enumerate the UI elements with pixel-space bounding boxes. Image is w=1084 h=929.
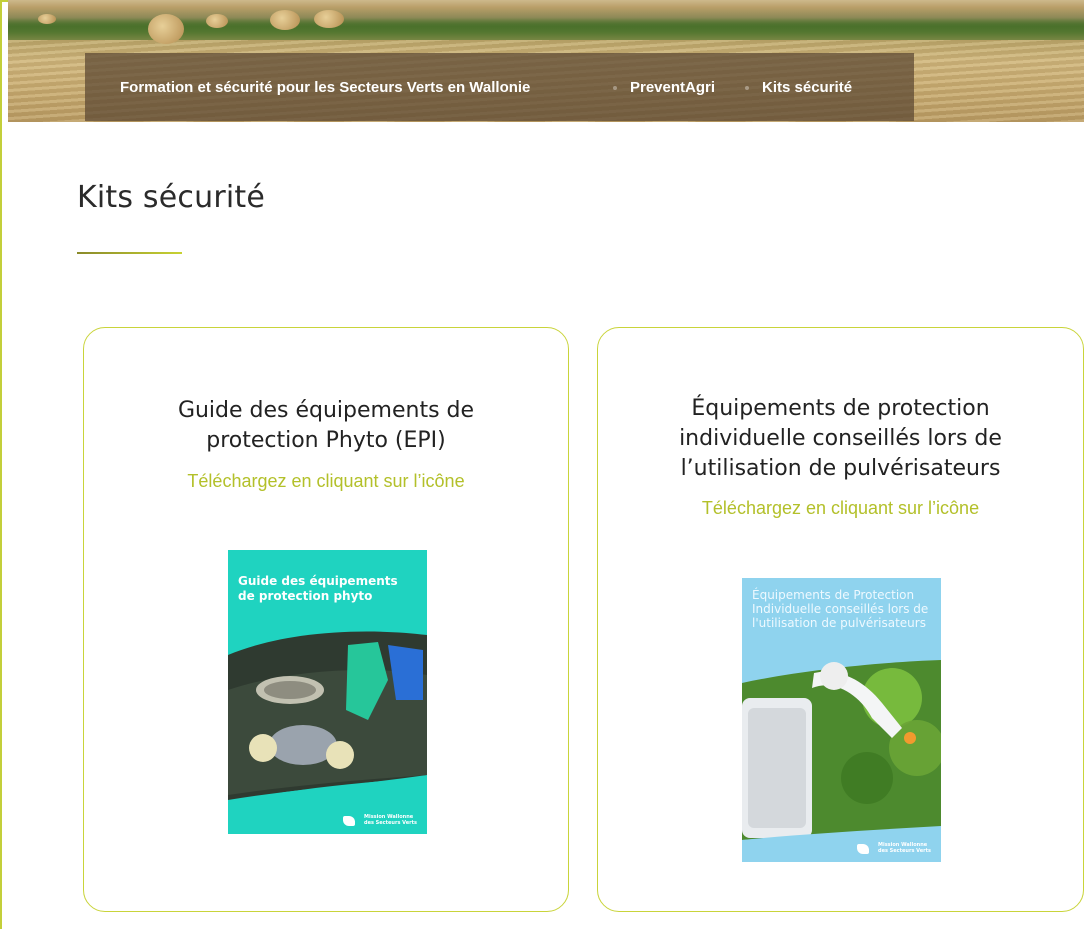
cover-footer-line: des Secteurs Verts [364, 820, 417, 826]
card-title-line: protection Phyto (EPI) [206, 428, 446, 453]
nav-separator [613, 86, 617, 90]
cover-photo-ppe [228, 631, 427, 834]
download-instruction: Téléchargez en cliquant sur l’icône [701, 498, 980, 518]
kit-card-epi-pulverisateurs: Équipements de protection individuelle c… [597, 327, 1084, 912]
epi-pulverisateurs-cover-download[interactable]: Équipements de Protection Individuelle c… [742, 578, 941, 862]
cover-photo-sprayer [742, 660, 941, 862]
cover-footer-line: des Secteurs Verts [878, 848, 931, 854]
nav-separator [745, 86, 749, 90]
mission-wallonne-logo [857, 844, 869, 854]
nav-link-kits-securite[interactable]: Kits sécurité [762, 79, 852, 96]
hay-bale [38, 14, 56, 24]
kit-card-guide-epi: Guide des équipements de protection Phyt… [83, 327, 569, 912]
guide-epi-cover-download[interactable]: Guide des équipements de protection phyt… [228, 550, 427, 834]
hay-bale [206, 14, 228, 28]
cover-footer: Mission Wallonne des Secteurs Verts [364, 814, 417, 826]
nav-link-formation-securite[interactable]: Formation et sécurité pour les Secteurs … [120, 79, 530, 96]
mission-wallonne-logo [343, 816, 355, 826]
cover-footer: Mission Wallonne des Secteurs Verts [878, 842, 931, 854]
top-navigation: Formation et sécurité pour les Secteurs … [85, 53, 914, 121]
hay-bale [148, 14, 184, 44]
download-instruction: Téléchargez en cliquant sur l’icône [187, 471, 465, 491]
card-title-line: l’utilisation de pulvérisateurs [680, 456, 1001, 481]
hay-bale [270, 10, 300, 30]
card-title-line: individuelle conseillés lors de [679, 426, 1002, 451]
header-banner: Formation et sécurité pour les Secteurs … [8, 0, 1084, 122]
card-title-line: Guide des équipements de [177, 398, 475, 423]
card-title: Équipements de protection individuelle c… [598, 394, 1083, 484]
card-title-line: Équipements de protection [691, 396, 990, 421]
page-title: Kits sécurité [77, 180, 266, 215]
title-underline [77, 252, 182, 254]
card-title: Guide des équipements de protection Phyt… [84, 396, 568, 456]
nav-link-preventagri[interactable]: PreventAgri [630, 79, 715, 96]
hay-bale [314, 10, 344, 28]
